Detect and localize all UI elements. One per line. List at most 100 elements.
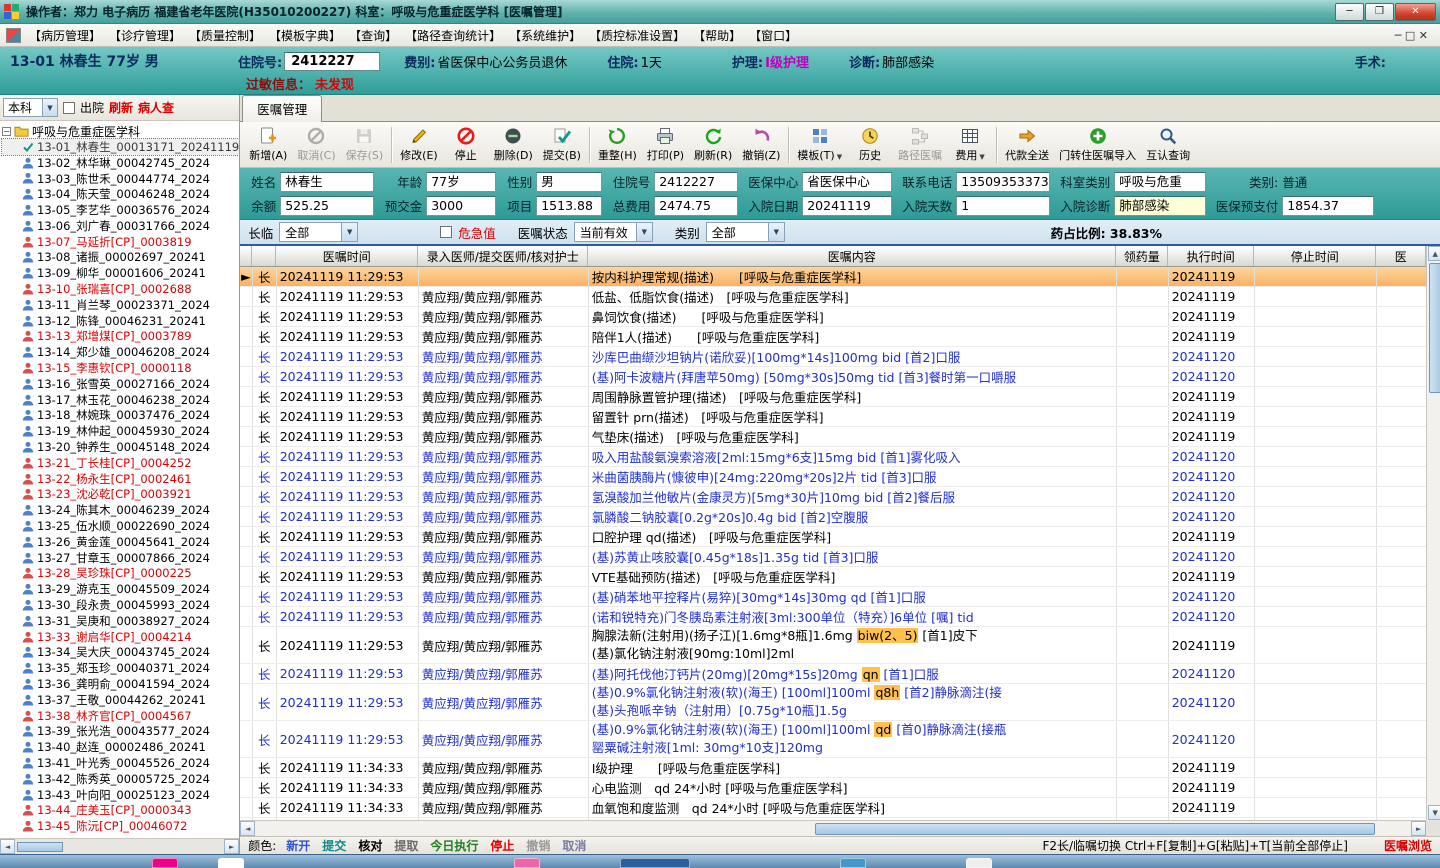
close-button[interactable]: ✕ [1395, 2, 1436, 21]
refresh-button[interactable]: 刷新(R) [689, 124, 737, 166]
patient-tree-item[interactable]: 13-27_甘章玉_00007866_2024 [2, 550, 239, 566]
form-field-input[interactable]: 肺部感染 [1114, 195, 1207, 216]
order-row[interactable]: 长 20241119 11:29:53 黄应翔/黄应翔/郭雁苏 (诺和锐特充)门冬胰岛… [240, 606, 1427, 627]
patient-tree-item[interactable]: 13-34_吴大庆_00043745_2024 [2, 645, 239, 661]
menu-item[interactable]: 【路径查询统计】 [401, 25, 505, 46]
patient-tree-item[interactable]: 13-24_陈其木_00046239_2024 [2, 502, 239, 518]
sidebar-hscrollbar[interactable]: ◄ ► [0, 838, 240, 854]
patient-tree-item[interactable]: 13-23_沈必乾[CP]_0003921 [2, 487, 239, 503]
form-field-input[interactable]: 20241119 [802, 195, 893, 216]
patient-tree-item[interactable]: 13-16_张雪英_00027166_2024 [2, 376, 239, 392]
patient-tree-item[interactable]: 13-37_王敬_00044262_20241 [2, 692, 239, 708]
scroll-right-icon[interactable]: ► [1411, 821, 1427, 836]
order-row[interactable]: 长 20241119 11:29:53 黄应翔/黄应翔/郭雁苏 (基)阿卡波糖片(拜唐… [240, 366, 1427, 387]
form-field-input[interactable]: 2474.75 [654, 195, 739, 216]
menu-item[interactable]: 【查询】 [345, 25, 401, 46]
order-row[interactable]: 长 20241119 11:29:53 黄应翔/黄应翔/郭雁苏 留置针 prn(描述)… [240, 406, 1427, 427]
tab-orders-management[interactable]: 医嘱管理 [242, 95, 323, 122]
order-row[interactable]: 长 20241119 11:29:53 黄应翔/黄应翔/郭雁苏 (基)0.9%氯化钠注… [240, 683, 1427, 721]
form-field-input[interactable]: 1854.37 [1282, 195, 1375, 216]
column-header[interactable]: 医 [1376, 246, 1427, 266]
order-row[interactable]: 长 20241119 11:29:53 黄应翔/黄应翔/郭雁苏 (基)硝苯地平控释片(… [240, 586, 1427, 607]
minimize-button[interactable]: ─ [1335, 2, 1364, 21]
submit-button[interactable]: 提交(B) [538, 124, 586, 166]
dept-select[interactable]: 本科 ▼ [3, 98, 58, 117]
undo-button[interactable]: 撤销(Z) [737, 124, 785, 166]
order-status-select[interactable]: 当前有效 ▼ [573, 222, 653, 242]
patient-tree-item[interactable]: 13-17_林玉花_00046238_2024 [2, 392, 239, 408]
order-row[interactable]: 长 20241119 11:29:53 黄应翔/黄应翔/郭雁苏 低盐、低脂饮食(描述)… [240, 286, 1427, 307]
import-button[interactable]: 门转住医嘱导入 [1054, 124, 1141, 166]
fee-button[interactable]: 费用 ▼ [947, 124, 993, 166]
edit-button[interactable]: 修改(E) [395, 124, 443, 166]
scroll-left-icon[interactable]: ◄ [240, 821, 256, 836]
order-row[interactable]: 长 20241119 11:29:53 黄应翔/黄应翔/郭雁苏 气垫床(描述) [呼吸… [240, 426, 1427, 447]
patient-tree-item[interactable]: 13-29_游克玉_00045509_2024 [2, 581, 239, 597]
patient-tree-item[interactable]: 13-41_叶光秀_00045526_2024 [2, 755, 239, 771]
taskbar-item[interactable] [218, 858, 244, 868]
form-field-input[interactable]: 林春生 [280, 171, 375, 192]
scroll-down-icon[interactable]: ▼ [1427, 805, 1440, 820]
column-header[interactable]: 医嘱时间 [276, 246, 419, 266]
patient-tree-item[interactable]: 13-15_李惠钦[CP]_0000118 [2, 360, 239, 376]
patient-tree-item[interactable]: 13-18_林婉珠_00037476_2024 [2, 408, 239, 424]
patient-tree-item[interactable]: 13-08_诸振_00002697_20241 [2, 250, 239, 266]
form-field-input[interactable]: 77岁 [426, 171, 497, 192]
taskbar-item[interactable] [620, 858, 690, 868]
taskbar-item[interactable] [966, 858, 992, 868]
form-field-input[interactable]: 省医保中心 [802, 171, 893, 192]
patient-tree-item[interactable]: 13-30_段永贵_00045993_2024 [2, 597, 239, 613]
scroll-thumb[interactable] [17, 841, 63, 852]
menu-item[interactable]: 【质量控制】 [185, 25, 265, 46]
patient-tree-item[interactable]: 13-31_吴庚和_00038927_2024 [2, 613, 239, 629]
patient-tree-item[interactable]: 13-03_陈世禾_00044774_2024 [2, 171, 239, 187]
patient-tree-item[interactable]: 13-02_林华琳_00042745_2024 [2, 155, 239, 171]
order-row[interactable]: 长 20241119 11:29:53 黄应翔/黄应翔/郭雁苏 口腔护理 qd(描述)… [240, 526, 1427, 547]
patient-tree-item[interactable]: 13-07_马延折[CP]_0003819 [2, 234, 239, 250]
form-field-input[interactable]: 525.25 [280, 195, 375, 216]
column-header[interactable]: 医嘱内容 [588, 246, 1117, 266]
column-header[interactable]: 录入医师/提交医师/核对护士 [418, 246, 589, 266]
path-orders-button[interactable]: 路径医嘱 [893, 124, 947, 166]
orders-hscrollbar[interactable]: ◄ ► [240, 820, 1427, 836]
patient-tree-item[interactable]: 13-13_郑增煤[CP]_0003789 [2, 329, 239, 345]
menu-item[interactable]: 【系统维护】 [505, 25, 585, 46]
form-field-input[interactable]: 3000 [426, 195, 497, 216]
changlin-select[interactable]: 全部 ▼ [279, 222, 359, 242]
order-row[interactable]: 长 20241119 11:29:53 黄应翔/黄应翔/郭雁苏 鼻饲饮食(描述) [呼… [240, 306, 1427, 327]
patient-tree-item[interactable]: 13-12_陈锋_00046231_20241 [2, 313, 239, 329]
orders-browse-link[interactable]: 医嘱浏览 [1384, 837, 1432, 854]
collapse-icon[interactable]: − [2, 126, 11, 136]
patient-tree-item[interactable]: 13-01_林春生_00013171_20241119 [0, 138, 240, 156]
search-button[interactable]: 互认查询 [1141, 124, 1195, 166]
patient-tree-item[interactable]: 13-40_赵连_00002486_20241 [2, 739, 239, 755]
order-row[interactable]: 长 20241119 11:29:53 黄应翔/黄应翔/郭雁苏 沙库巴曲缬沙坦钠片(诺… [240, 346, 1427, 367]
critical-value-checkbox[interactable] [440, 226, 453, 238]
stop-button[interactable]: 停止 [443, 124, 489, 166]
order-row[interactable]: 长 20241119 11:29:53 黄应翔/黄应翔/郭雁苏 (基)阿托伐他汀钙片(… [240, 663, 1427, 684]
scroll-up-icon[interactable]: ▲ [1427, 246, 1440, 261]
patient-tree-item[interactable]: 13-09_柳华_00001606_20241 [2, 265, 239, 281]
patient-tree-item[interactable]: 13-20_钟养生_00045148_2024 [2, 439, 239, 455]
patient-tree-item[interactable]: 13-36_龚明俞_00041594_2024 [2, 676, 239, 692]
scroll-left-icon[interactable]: ◄ [0, 839, 15, 854]
type-select[interactable]: 全部 ▼ [705, 222, 785, 242]
scroll-thumb[interactable] [1428, 263, 1440, 393]
patient-tree-item[interactable]: 13-28_吴珍珠[CP]_0000225 [2, 566, 239, 582]
order-row[interactable]: 长 20241119 11:29:53 黄应翔/黄应翔/郭雁苏 胸腺法新(注射用)(扬… [240, 626, 1427, 664]
patient-tree-item[interactable]: 13-06_刘广春_00031766_2024 [2, 218, 239, 234]
order-row[interactable]: ► 长 20241119 11:29:53 按内科护理常规(描述) [呼吸与危重症医学… [240, 267, 1427, 287]
patient-tree-item[interactable]: 13-45_陈沅[CP]_00046072 [2, 818, 239, 834]
cancel-button[interactable]: 取消(C) [292, 124, 340, 166]
tree-root-department[interactable]: − 呼吸与危重症医学科 [2, 123, 239, 139]
new-button[interactable]: 新增(A) [244, 124, 292, 166]
mdi-window-controls[interactable]: ─ □ ✕ [1389, 29, 1434, 42]
menu-item[interactable]: 【帮助】 [689, 25, 745, 46]
save-button[interactable]: 保存(S) [341, 124, 389, 166]
column-header[interactable]: 领药量 [1116, 246, 1169, 266]
patient-tree-item[interactable]: 13-33_谢启华[CP]_0004214 [2, 629, 239, 645]
menu-item[interactable]: 【模板字典】 [265, 25, 345, 46]
print-button[interactable]: 打印(P) [642, 124, 689, 166]
menu-item[interactable]: 【诊疗管理】 [105, 25, 185, 46]
patient-tree-item[interactable]: 13-22_杨永生[CP]_0002461 [2, 471, 239, 487]
